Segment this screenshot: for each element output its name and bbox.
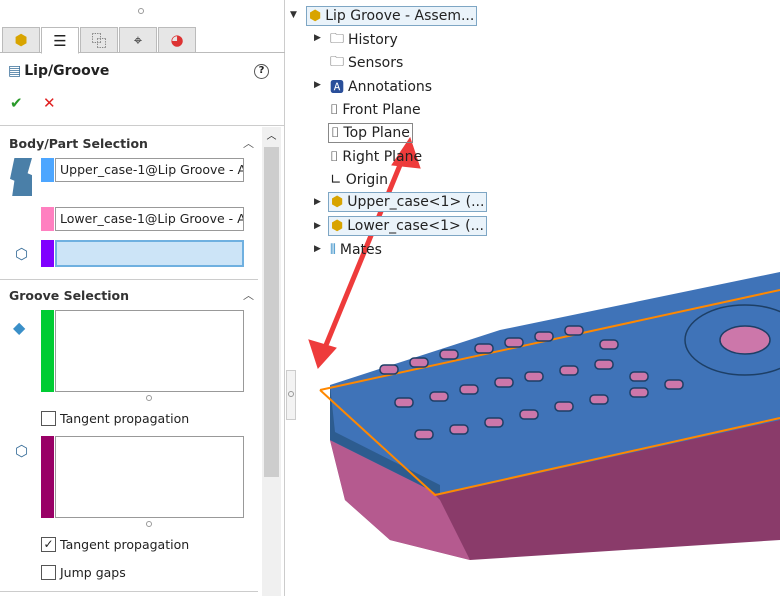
tree-item-lower-case[interactable]: ⬢ Lower_case<1> (... bbox=[328, 216, 487, 236]
tree-item-origin[interactable]: ∟ Origin bbox=[330, 170, 388, 190]
expand-icon[interactable]: ▶ bbox=[314, 221, 321, 231]
tree-item-right-plane[interactable]: ⌷ Right Plane bbox=[330, 147, 422, 167]
tree-item-mates[interactable]: ⫴ Mates bbox=[330, 240, 382, 260]
origin-icon: ∟ bbox=[330, 172, 342, 188]
tree-item-upper-case[interactable]: ⬢ Upper_case<1> (... bbox=[328, 192, 488, 212]
sensors-folder-icon: 🗀 bbox=[330, 54, 344, 70]
part-icon: ⬢ bbox=[331, 194, 344, 210]
tree-item-top-plane[interactable]: ⌷ Top Plane bbox=[328, 123, 413, 143]
plane-icon: ⌷ bbox=[330, 102, 339, 118]
tree-item-annotations[interactable]: 🅰 Annotations bbox=[330, 77, 432, 97]
expand-icon[interactable]: ▶ bbox=[314, 33, 321, 43]
expand-icon[interactable]: ▶ bbox=[314, 197, 321, 207]
plane-icon: ⌷ bbox=[330, 149, 339, 165]
history-folder-icon: 🗀 bbox=[330, 31, 344, 47]
tree-root[interactable]: ⬢ Lip Groove - Assem... bbox=[306, 6, 478, 26]
tree-item-history[interactable]: 🗀 History bbox=[330, 30, 398, 50]
expand-root-icon[interactable]: ▼ bbox=[290, 10, 297, 20]
mates-icon: ⫴ bbox=[330, 242, 336, 258]
expand-icon[interactable]: ▶ bbox=[314, 80, 321, 90]
assembly-icon: ⬢ bbox=[309, 8, 322, 24]
tree-item-front-plane[interactable]: ⌷ Front Plane bbox=[330, 100, 421, 120]
plane-icon: ⌷ bbox=[331, 125, 340, 141]
expand-icon[interactable]: ▶ bbox=[314, 244, 321, 254]
annotations-folder-icon: 🅰 bbox=[330, 80, 344, 96]
part-icon: ⬢ bbox=[331, 218, 344, 234]
tree-item-sensors[interactable]: 🗀 Sensors bbox=[330, 53, 403, 73]
